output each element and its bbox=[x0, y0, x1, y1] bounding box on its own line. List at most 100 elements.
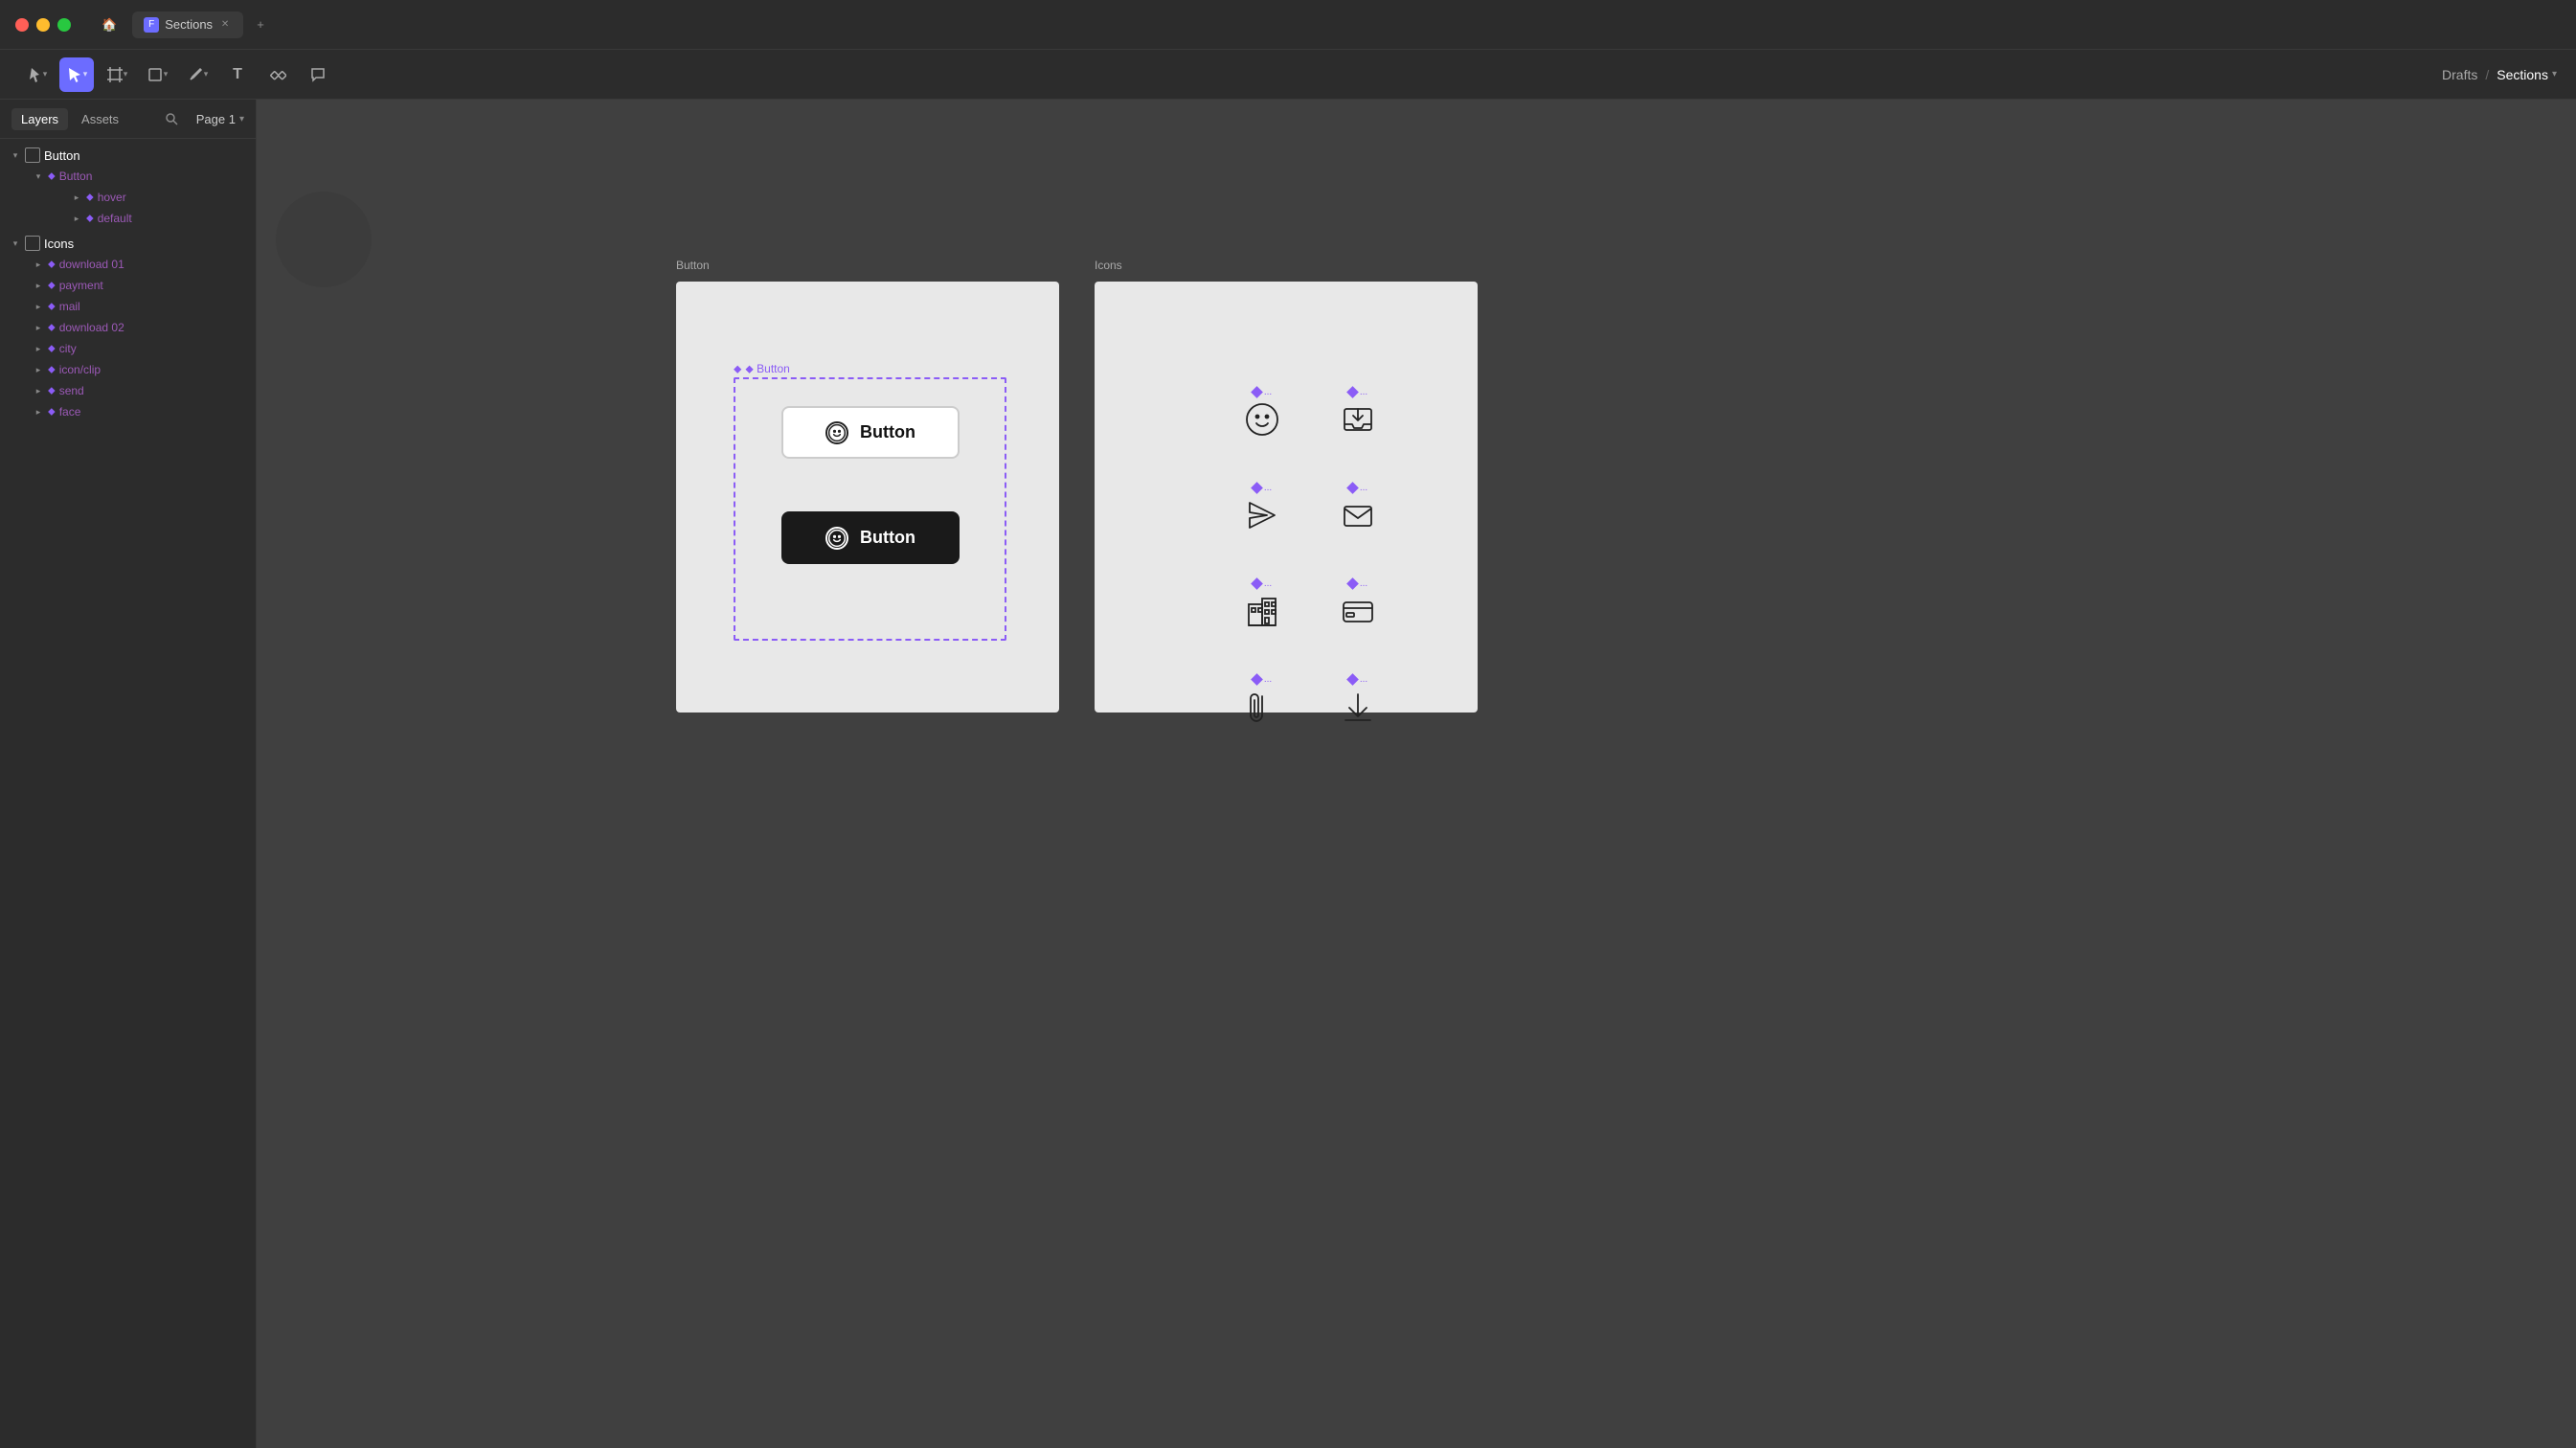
layer-default[interactable]: ▸ ⬥ default bbox=[61, 208, 256, 229]
chevron-icon: ▸ bbox=[31, 404, 46, 419]
icon-cell-mail[interactable]: ... bbox=[1320, 483, 1396, 569]
smiley-icon-dark bbox=[825, 527, 848, 550]
button-dark-label: Button bbox=[860, 528, 915, 548]
chevron-icon: ▾ bbox=[31, 169, 46, 184]
page-selector[interactable]: Page 1 ▾ bbox=[196, 112, 244, 126]
search-icon[interactable] bbox=[160, 107, 183, 130]
icon-cell-card[interactable]: ... bbox=[1320, 578, 1396, 665]
chevron-icon: ▸ bbox=[31, 383, 46, 398]
close-button[interactable] bbox=[15, 18, 29, 32]
component-icon: ⬥ bbox=[48, 301, 56, 313]
layer-hover[interactable]: ▸ ⬥ hover bbox=[61, 187, 256, 208]
component-icon: ⬥ bbox=[48, 322, 56, 334]
tab-close-icon[interactable]: ✕ bbox=[218, 18, 232, 32]
component-icon: ⬥ bbox=[48, 343, 56, 355]
maximize-button[interactable] bbox=[57, 18, 71, 32]
layer-download02[interactable]: ▸ ⬥ download 02 bbox=[23, 317, 256, 338]
figma-icon: F bbox=[144, 17, 159, 33]
button-frame-group: ▾ ⬥ Button ▸ ⬥ hover bbox=[0, 166, 256, 229]
tab-home[interactable]: 🏠 bbox=[90, 11, 128, 38]
breadcrumb: Drafts / Sections ▾ bbox=[2442, 67, 2557, 82]
layer-button-section[interactable]: ▾ Button bbox=[0, 145, 256, 166]
icon-marker-download: ... bbox=[1348, 674, 1367, 685]
button-light-label: Button bbox=[860, 422, 915, 442]
component-icon: ⬥ bbox=[48, 406, 56, 419]
smiley-icon-light bbox=[825, 421, 848, 444]
tool-select[interactable]: ▾ bbox=[59, 57, 94, 92]
chevron-icon: ▸ bbox=[31, 362, 46, 377]
icon-cell-clip[interactable]: ... bbox=[1224, 674, 1300, 760]
layer-mail[interactable]: ▸ ⬥ mail bbox=[23, 296, 256, 317]
tool-comment[interactable] bbox=[301, 57, 335, 92]
button-section-card[interactable] bbox=[676, 282, 1059, 713]
page-selector-chevron: ▾ bbox=[239, 114, 244, 124]
layer-tree: ▾ Button ▾ ⬥ Button ▸ ⬥ bbox=[0, 139, 256, 1448]
diamond-city bbox=[1251, 577, 1263, 590]
layer-payment[interactable]: ▸ ⬥ payment bbox=[23, 275, 256, 296]
new-tab-button[interactable]: + bbox=[247, 11, 274, 38]
diamond-inbox bbox=[1346, 386, 1359, 398]
window-controls bbox=[15, 18, 71, 32]
tab-sections[interactable]: F Sections ✕ bbox=[132, 11, 243, 38]
component-label: ⬥ ⬥ Button bbox=[734, 362, 790, 376]
diamond-clip bbox=[1251, 673, 1263, 686]
default-group: ▸ ⬥ default bbox=[23, 208, 256, 229]
layer-icons-section[interactable]: ▾ Icons bbox=[0, 233, 256, 254]
component-name: ⬥ Button bbox=[745, 362, 789, 376]
tab-assets[interactable]: Assets bbox=[72, 108, 128, 130]
icon-cell-city[interactable]: ... bbox=[1224, 578, 1300, 665]
canvas[interactable]: Button Icons ⬥ ⬥ Button But bbox=[257, 100, 2576, 1448]
chevron-icon: ▸ bbox=[31, 320, 46, 335]
canvas-button-light[interactable]: Button bbox=[781, 406, 960, 459]
tool-move[interactable]: ▾ bbox=[19, 57, 54, 92]
icon-cell-send[interactable]: ... bbox=[1224, 483, 1300, 569]
component-icon: ⬥ bbox=[48, 259, 56, 271]
icons-children: ▸ ⬥ download 01 ▸ ⬥ payment ▸ ⬥ mail bbox=[0, 254, 256, 422]
component-icon: ⬥ bbox=[48, 385, 56, 397]
icon-marker-face: ... bbox=[1253, 387, 1272, 397]
layers-tooltip bbox=[276, 192, 372, 287]
breadcrumb-drafts[interactable]: Drafts bbox=[2442, 67, 2477, 82]
section-icons: ▾ Icons ▸ ⬥ download 01 ▸ ⬥ payment bbox=[0, 231, 256, 424]
tool-frame[interactable]: ▾ bbox=[100, 57, 134, 92]
tool-pen[interactable]: ▾ bbox=[180, 57, 215, 92]
layer-face[interactable]: ▸ ⬥ face bbox=[23, 401, 256, 422]
diamond-card bbox=[1346, 577, 1359, 590]
main-area: Layers Assets Page 1 ▾ ▾ bbox=[0, 100, 2576, 1448]
breadcrumb-current: Sections ▾ bbox=[2497, 67, 2557, 82]
icon-cell-inbox[interactable]: ... bbox=[1320, 387, 1396, 473]
layer-send[interactable]: ▸ ⬥ send bbox=[23, 380, 256, 401]
tab-layers[interactable]: Layers bbox=[11, 108, 68, 130]
button-section-label: Button bbox=[676, 259, 710, 272]
icon-cell-download[interactable]: ... bbox=[1320, 674, 1396, 760]
icon-marker-mail: ... bbox=[1348, 483, 1367, 493]
titlebar: 🏠 F Sections ✕ + bbox=[0, 0, 2576, 50]
breadcrumb-chevron: ▾ bbox=[2552, 69, 2557, 79]
layer-button-frame[interactable]: ▾ ⬥ Button bbox=[23, 166, 256, 187]
section-button: ▾ Button ▾ ⬥ Button ▸ ⬥ bbox=[0, 143, 256, 231]
layer-iconclip[interactable]: ▸ ⬥ icon/clip bbox=[23, 359, 256, 380]
tab-sections-label: Sections bbox=[165, 17, 213, 32]
chevron-icon: ▸ bbox=[31, 278, 46, 293]
diamond-mail bbox=[1346, 482, 1359, 494]
tool-component[interactable] bbox=[260, 57, 295, 92]
tool-shape[interactable]: ▾ bbox=[140, 57, 174, 92]
sidebar: Layers Assets Page 1 ▾ ▾ bbox=[0, 100, 257, 1448]
toolbar: ▾ ▾ ▾ ▾ bbox=[0, 50, 2576, 100]
chevron-icon: ▸ bbox=[31, 257, 46, 272]
layer-download01[interactable]: ▸ ⬥ download 01 bbox=[23, 254, 256, 275]
minimize-button[interactable] bbox=[36, 18, 50, 32]
chevron-icon: ▾ bbox=[8, 236, 23, 251]
tool-text[interactable]: T bbox=[220, 57, 255, 92]
layer-city[interactable]: ▸ ⬥ city bbox=[23, 338, 256, 359]
tab-bar: 🏠 F Sections ✕ + bbox=[90, 11, 274, 38]
icon-cell-face[interactable]: ... bbox=[1224, 387, 1300, 473]
component-icon: ⬥ bbox=[48, 170, 56, 183]
component-icon: ⬥ bbox=[48, 364, 56, 376]
canvas-button-dark[interactable]: Button bbox=[781, 511, 960, 564]
component-variant-icon: ⬥ bbox=[86, 192, 94, 204]
chevron-icon: ▾ bbox=[8, 147, 23, 163]
diamond-send bbox=[1251, 482, 1263, 494]
sidebar-tabs: Layers Assets Page 1 ▾ bbox=[0, 100, 256, 139]
icon-marker-city: ... bbox=[1253, 578, 1272, 589]
